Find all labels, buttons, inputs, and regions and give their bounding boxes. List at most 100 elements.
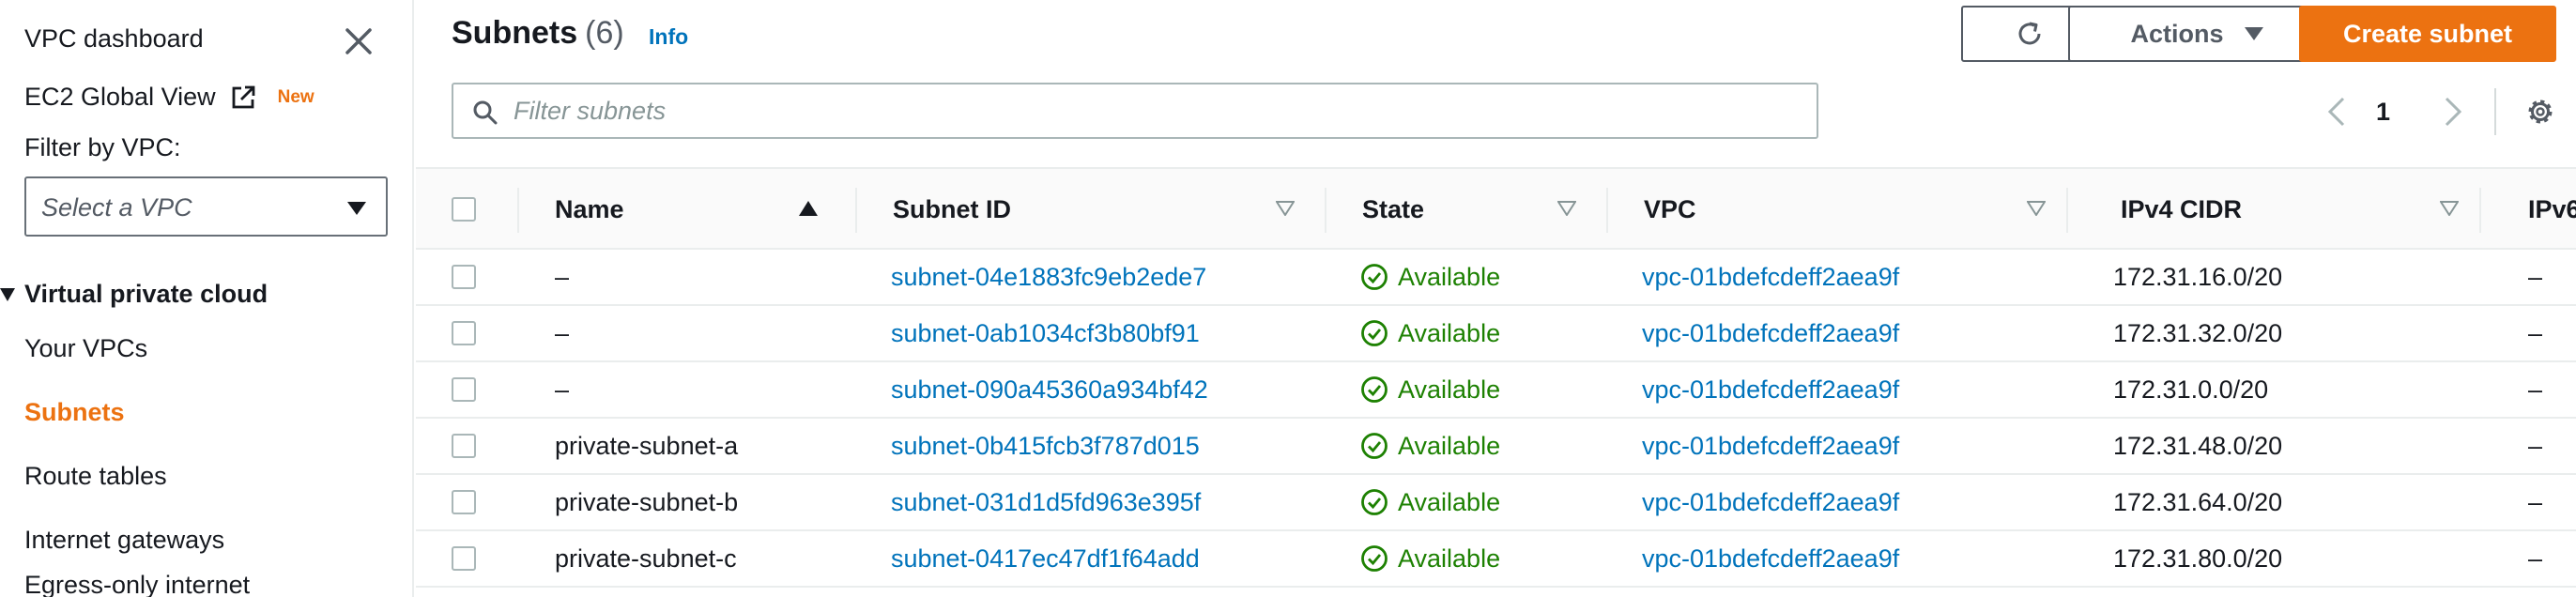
sidebar-item-subnets[interactable]: Subnets [24,398,125,427]
column-header-ipv6[interactable]: IPv6 [2528,169,2576,250]
column-divider [2479,188,2481,233]
column-header-name[interactable]: Name [555,169,902,250]
vpc-select-placeholder: Select a VPC [41,193,192,222]
cell-vpc-link[interactable]: vpc-01bdefcdeff2aea9f [1642,475,1899,529]
cell-state: Available [1360,250,1500,304]
next-page-icon[interactable] [2444,96,2462,128]
row-checkbox[interactable] [452,434,476,458]
column-divider [2066,188,2068,233]
row-checkbox[interactable] [452,321,476,345]
cell-vpc-link[interactable]: vpc-01bdefcdeff2aea9f [1642,250,1899,304]
sidebar-item-internet-gateways[interactable]: Internet gateways [24,526,224,555]
sidebar-title[interactable]: VPC dashboard [24,24,204,54]
cell-vpc-link[interactable]: vpc-01bdefcdeff2aea9f [1642,419,1899,473]
row-select-cell [452,306,476,360]
check-circle-icon [1361,489,1388,515]
cell-subnet-id-link[interactable]: subnet-031d1d5fd963e395f [891,475,1201,529]
column-header-state[interactable]: State [1362,169,1587,250]
row-checkbox[interactable] [452,377,476,402]
cell-ipv4-cidr: 172.31.48.0/20 [2113,431,2283,460]
page-title: Subnets (6) [452,15,624,52]
row-select-cell [452,362,476,417]
select-all-checkbox[interactable] [452,197,476,222]
cell-state: Available [1360,306,1500,360]
table-row[interactable]: – subnet-04e1883fc9eb2ede7 Available vpc… [416,250,2576,306]
cell-subnet-id-link[interactable]: subnet-090a45360a934bf42 [891,362,1208,417]
select-all-cell [452,169,476,250]
cell-subnet-id-link[interactable]: subnet-0417ec47df1f64add [891,531,1200,586]
new-badge: New [277,86,314,107]
actions-button[interactable]: Actions [2068,6,2325,62]
caret-down-icon [0,287,15,301]
subnets-table: Name Subnet ID State VPC IPv4 CIDR IPv6 … [416,167,2576,588]
table-row[interactable]: private-subnet-b subnet-031d1d5fd963e395… [416,475,2576,531]
cell-subnet-id-link[interactable]: subnet-0b415fcb3f787d015 [891,419,1200,473]
subnet-count: (6) [585,15,624,51]
table-body: – subnet-04e1883fc9eb2ede7 Available vpc… [416,250,2576,588]
check-circle-icon [1361,545,1388,572]
column-header-vpc[interactable]: VPC [1644,169,2057,250]
column-header-label: IPv6 [2528,194,2576,223]
row-select-cell [452,250,476,304]
table-row[interactable]: – subnet-090a45360a934bf42 Available vpc… [416,362,2576,419]
ec2-global-view-link[interactable]: EC2 Global View New [24,83,314,112]
column-header-label: State [1362,194,1425,223]
column-header-subnet-id[interactable]: Subnet ID [893,169,1306,250]
column-header-label: VPC [1644,194,1696,223]
cell-ipv6: – [2528,318,2543,347]
cell-vpc-link[interactable]: vpc-01bdefcdeff2aea9f [1642,362,1899,417]
sidebar-item-route-tables[interactable]: Route tables [24,462,167,491]
cell-state: Available [1360,362,1500,417]
column-header-label: Subnet ID [893,194,1011,223]
column-header-ipv4-cidr[interactable]: IPv4 CIDR [2121,169,2506,250]
cell-vpc-link[interactable]: vpc-01bdefcdeff2aea9f [1642,531,1899,586]
sidebar-item-your-vpcs[interactable]: Your VPCs [24,334,147,363]
previous-page-icon[interactable] [2327,96,2346,128]
cell-name: private-subnet-a [555,431,739,460]
cell-ipv4-cidr: 172.31.64.0/20 [2113,487,2283,516]
table-row[interactable]: private-subnet-a subnet-0b415fcb3f787d01… [416,419,2576,475]
search-input[interactable] [514,94,1800,128]
cell-state: Available [1360,475,1500,529]
actions-label: Actions [2130,19,2224,48]
external-link-icon [232,85,255,108]
cell-ipv6: – [2528,431,2543,460]
close-icon[interactable] [340,23,377,60]
cell-name: – [555,262,570,291]
state-label: Available [1398,262,1501,291]
row-checkbox[interactable] [452,490,476,514]
sidebar-item-egress-only-internet[interactable]: Egress-only internet [24,571,250,597]
pagination-divider [2494,88,2496,135]
cell-subnet-id-link[interactable]: subnet-0ab1034cf3b80bf91 [891,306,1200,360]
sort-icon [1557,201,1576,216]
current-page-number[interactable]: 1 [2376,98,2390,127]
table-row[interactable]: private-subnet-c subnet-0417ec47df1f64ad… [416,531,2576,588]
vpc-select[interactable]: Select a VPC [24,176,388,237]
column-header-label: Name [555,194,624,223]
row-checkbox[interactable] [452,546,476,571]
cell-subnet-id-link[interactable]: subnet-04e1883fc9eb2ede7 [891,250,1206,304]
table-row[interactable]: – subnet-0ab1034cf3b80bf91 Available vpc… [416,306,2576,362]
state-label: Available [1398,543,1501,573]
caret-down-icon [347,202,366,215]
ec2-global-view-label: EC2 Global View [24,83,216,111]
cell-ipv6: – [2528,543,2543,573]
info-link[interactable]: Info [649,24,688,50]
row-checkbox[interactable] [452,265,476,289]
create-subnet-button[interactable]: Create subnet [2299,6,2556,62]
row-select-cell [452,531,476,586]
sort-icon [2440,201,2459,216]
cell-ipv6: – [2528,375,2543,404]
sort-ascending-icon [799,201,818,216]
caret-down-icon [2244,27,2263,40]
check-circle-icon [1361,376,1388,403]
sort-icon [2027,201,2046,216]
state-label: Available [1398,375,1501,404]
cell-ipv6: – [2528,487,2543,516]
gear-icon[interactable] [2524,96,2556,128]
section-virtual-private-cloud[interactable]: Virtual private cloud [0,280,268,309]
cell-vpc-link[interactable]: vpc-01bdefcdeff2aea9f [1642,306,1899,360]
cell-name: private-subnet-c [555,543,737,573]
cell-ipv4-cidr: 172.31.80.0/20 [2113,543,2283,573]
state-label: Available [1398,318,1501,347]
